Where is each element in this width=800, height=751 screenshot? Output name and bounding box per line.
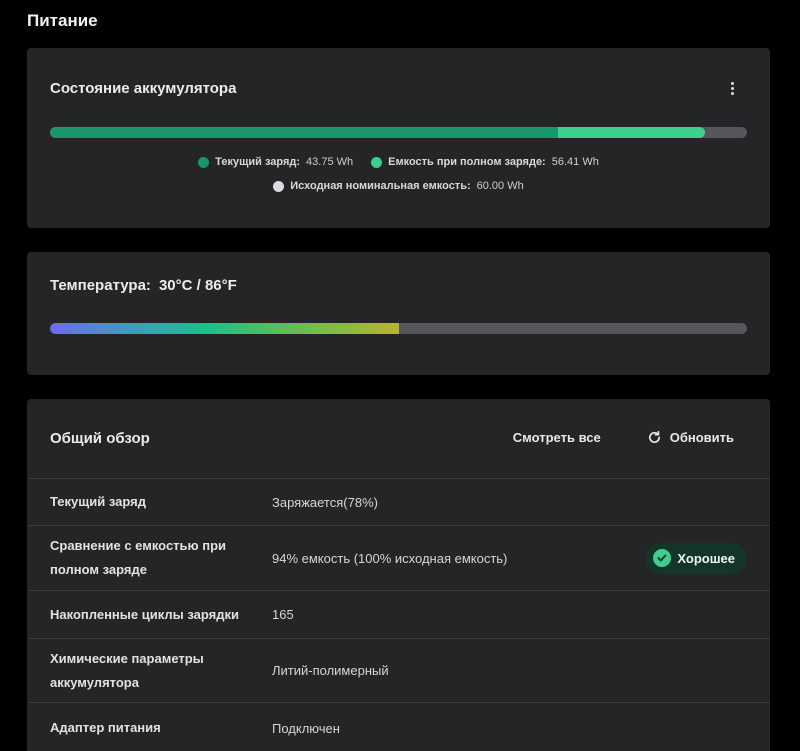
row-value: Литий-полимерный — [272, 663, 389, 678]
more-options-button[interactable] — [724, 78, 740, 98]
row-label: Адаптер питания — [50, 720, 161, 735]
current-charge-segment — [50, 127, 559, 138]
overview-title: Общий обзор — [50, 430, 150, 447]
legend-value: 43.75 Wh — [306, 156, 354, 168]
battery-state-card: Состояние аккумулятора Текущий заряд: 43… — [27, 48, 770, 228]
temperature-value: 30°C / 86°F — [158, 277, 237, 294]
table-row: Текущий заряд Заряжается(78%) — [27, 479, 770, 526]
refresh-button[interactable]: Обновить — [647, 430, 734, 445]
row-value: Подключен — [272, 720, 340, 736]
row-value: Заряжается(78%) — [272, 494, 378, 510]
battery-card-title: Состояние аккумулятора — [50, 80, 237, 97]
row-label: Текущий заряд — [50, 494, 146, 509]
temperature-fill — [50, 323, 399, 334]
overview-actions: Смотреть все Обновить — [513, 430, 734, 445]
view-all-label: Смотреть все — [512, 430, 601, 445]
legend-item-full-capacity: Емкость при полном заряде: 56.41 Wh — [371, 156, 599, 168]
check-circle-icon — [653, 549, 672, 567]
legend-label: Исходная номинальная емкость: — [290, 180, 471, 192]
refresh-icon — [648, 430, 660, 443]
refresh-label: Обновить — [669, 430, 734, 445]
battery-legend-row: Текущий заряд: 43.75 Wh Емкость при полн… — [27, 156, 770, 168]
legend-dot-current — [198, 156, 210, 168]
legend-label: Емкость при полном заряде: — [388, 156, 546, 168]
legend-label: Текущий заряд: — [215, 156, 301, 168]
overview-card: Общий обзор Смотреть все Обновить Текущи… — [27, 399, 770, 751]
legend-item-design-capacity: Исходная номинальная емкость: 60.00 Wh — [273, 180, 524, 192]
battery-capacity-bar — [50, 127, 747, 138]
view-all-button[interactable]: Смотреть все — [513, 430, 601, 445]
overview-table: Текущий заряд Заряжается(78%) Сравнение … — [27, 479, 770, 751]
temperature-card: Температура: 30°C / 86°F — [27, 252, 770, 375]
table-row: Адаптер питания Подключен — [27, 703, 770, 751]
temperature-bar — [50, 323, 747, 334]
more-vertical-icon-dot — [730, 91, 734, 95]
row-value: 165 — [272, 607, 294, 622]
status-badge: Хорошее — [645, 542, 747, 574]
legend-value: 56.41 Wh — [551, 156, 599, 168]
row-label: Химические параметры аккумулятора — [50, 650, 204, 690]
temperature-title: Температура: 30°C / 86°F — [50, 277, 237, 294]
row-value: 94% емкость (100% исходная емкость) — [272, 550, 508, 566]
power-page: Питание Состояние аккумулятора Текущий з… — [0, 0, 800, 751]
legend-dot-design — [273, 180, 285, 192]
table-row: Химические параметры аккумулятора Литий-… — [27, 639, 770, 703]
legend-value: 60.00 Wh — [476, 180, 524, 192]
row-label: Сравнение с емкостью при полном заряде — [50, 538, 227, 577]
badge-label: Хорошее — [677, 550, 735, 566]
legend-dot-full — [371, 156, 383, 168]
row-label: Накопленные циклы зарядки — [50, 606, 239, 622]
temperature-label: Температура: — [50, 277, 151, 294]
battery-legend-row: Исходная номинальная емкость: 60.00 Wh — [27, 180, 770, 192]
table-row: Сравнение с емкостью при полном заряде 9… — [27, 526, 770, 591]
more-vertical-icon-dot — [730, 86, 734, 90]
table-row: Накопленные циклы зарядки 165 — [27, 591, 770, 639]
legend-item-current-charge: Текущий заряд: 43.75 Wh — [198, 156, 353, 168]
more-vertical-icon — [730, 81, 734, 85]
page-title: Питание — [27, 11, 98, 30]
